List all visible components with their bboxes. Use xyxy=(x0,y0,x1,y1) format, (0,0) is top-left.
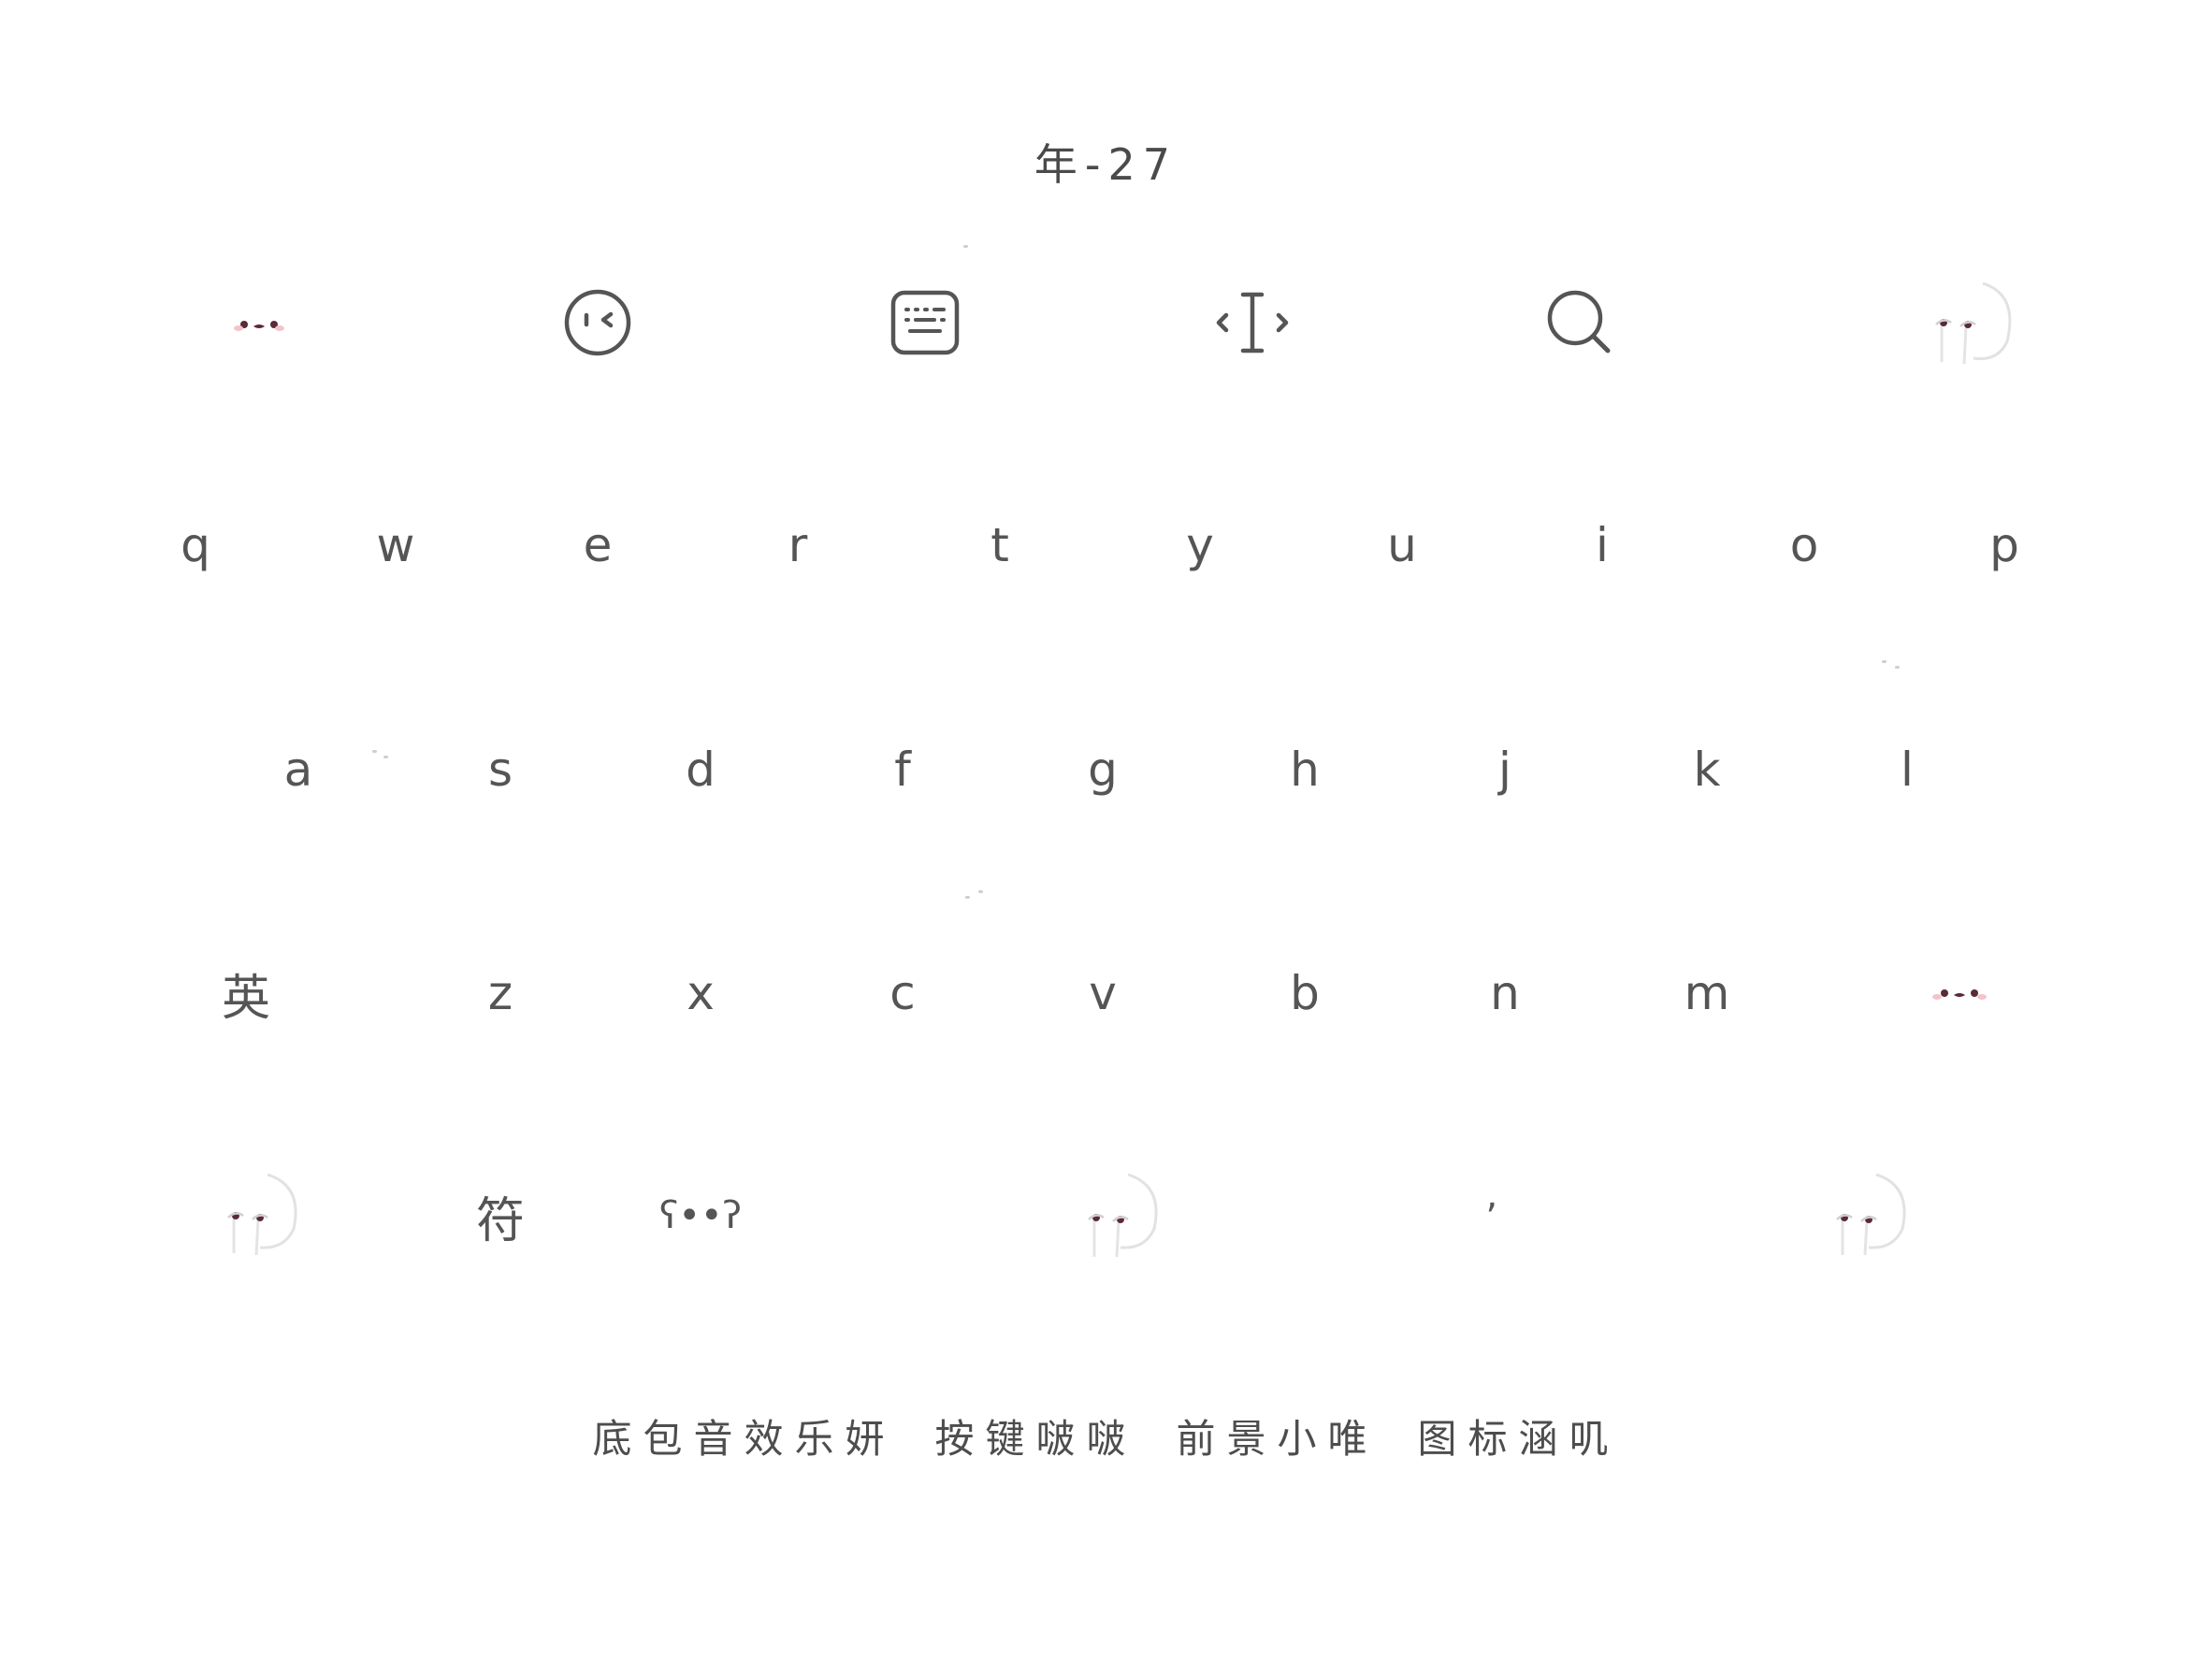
key-c[interactable]: c xyxy=(842,932,963,1054)
decor-speck xyxy=(383,756,388,758)
credit-foreground: 前景小唯 xyxy=(1176,1416,1379,1462)
key-q[interactable]: q xyxy=(135,484,256,606)
decor-speck xyxy=(1882,660,1887,663)
creature-peek-right-icon[interactable] xyxy=(1908,262,2030,383)
decor-speck xyxy=(1895,666,1900,669)
key-w[interactable]: w xyxy=(335,484,456,606)
keyboard-icon[interactable] xyxy=(864,262,986,383)
credit-keys: 按键啵啵 xyxy=(934,1416,1137,1462)
key-row-3: 英 z x c v b n m xyxy=(0,932,2212,1054)
decor-speck xyxy=(963,245,968,248)
emoticon-key[interactable]: ʕ••ʔ xyxy=(640,1155,761,1277)
space-key[interactable] xyxy=(1057,1155,1178,1277)
key-n[interactable]: n xyxy=(1444,932,1566,1054)
credit-icons: 图标涵叽 xyxy=(1417,1416,1620,1462)
language-switch-key[interactable]: 英 xyxy=(185,932,307,1054)
enter-key[interactable] xyxy=(1805,1155,1927,1277)
creature-peek-enter-icon xyxy=(1836,1173,1906,1256)
credits: 底包音效乐妍 按键啵啵 前景小唯 图标涵叽 xyxy=(0,1407,2212,1464)
search-icon[interactable] xyxy=(1519,262,1641,383)
creature-face-delete-icon xyxy=(1932,989,1987,1000)
key-v[interactable]: v xyxy=(1042,932,1164,1054)
decor-speck xyxy=(965,896,970,899)
key-m[interactable]: m xyxy=(1646,932,1768,1054)
key-t[interactable]: t xyxy=(939,484,1061,606)
key-o[interactable]: o xyxy=(1743,484,1865,606)
key-l[interactable]: l xyxy=(1846,709,1968,830)
text-cursor-icon[interactable] xyxy=(1192,262,1313,383)
decor-speck xyxy=(372,750,377,753)
key-b[interactable]: b xyxy=(1244,932,1366,1054)
key-row-1: q w e r t y u i o p xyxy=(0,484,2212,606)
number-key[interactable] xyxy=(196,1155,318,1277)
delete-key[interactable] xyxy=(1899,932,2020,1054)
emoji-wink-icon[interactable] xyxy=(537,262,658,383)
key-j[interactable]: j xyxy=(1444,709,1566,830)
key-x[interactable]: x xyxy=(640,932,761,1054)
comma-label: , xyxy=(1485,1174,1498,1217)
key-row-4: 符 ʕ••ʔ , xyxy=(0,1155,2212,1277)
page-title: 年-27 xyxy=(1034,139,1178,190)
key-h[interactable]: h xyxy=(1244,709,1366,830)
key-f[interactable]: f xyxy=(842,709,963,830)
decor-speck xyxy=(978,890,983,893)
key-e[interactable]: e xyxy=(537,484,658,606)
credit-sound: 底包音效乐妍 xyxy=(592,1416,896,1462)
key-r[interactable]: r xyxy=(737,484,859,606)
key-a[interactable]: a xyxy=(238,709,359,830)
key-y[interactable]: y xyxy=(1139,484,1261,606)
key-g[interactable]: g xyxy=(1042,709,1164,830)
key-d[interactable]: d xyxy=(640,709,761,830)
key-i[interactable]: i xyxy=(1541,484,1663,606)
key-k[interactable]: k xyxy=(1646,709,1768,830)
key-row-2: a s d f g h j k l xyxy=(0,709,2212,830)
symbol-key[interactable]: 符 xyxy=(440,1155,561,1277)
creature-peek-icon xyxy=(227,1173,297,1256)
creature-face-left-icon[interactable] xyxy=(198,262,320,383)
creature-peek-space-icon xyxy=(1088,1173,1158,1258)
key-s[interactable]: s xyxy=(440,709,561,830)
key-p[interactable]: p xyxy=(1944,484,2065,606)
comma-key[interactable]: , xyxy=(1431,1155,1553,1277)
keyboard-toolbar xyxy=(0,262,2212,383)
key-z[interactable]: z xyxy=(440,932,561,1054)
key-u[interactable]: u xyxy=(1341,484,1463,606)
